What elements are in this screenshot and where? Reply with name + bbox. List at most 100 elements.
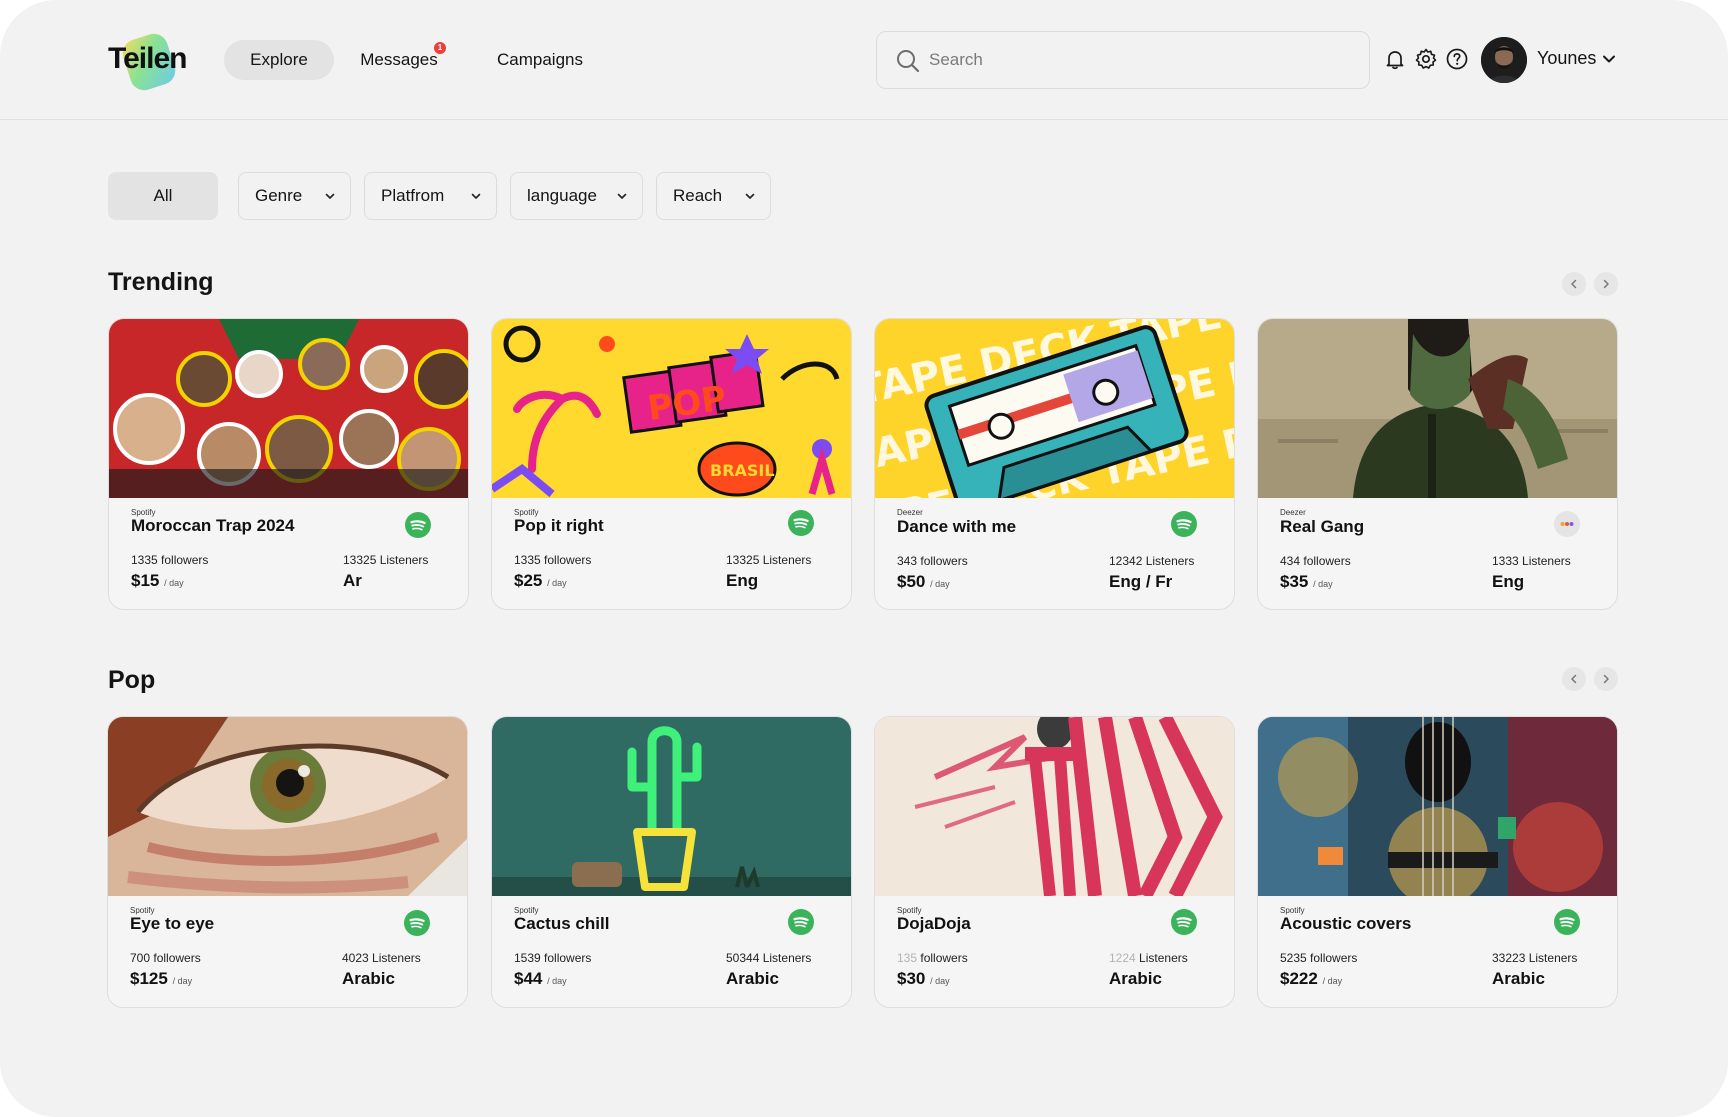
playlist-title: Dance with me: [897, 517, 1017, 536]
pop-next-button[interactable]: [1594, 667, 1618, 691]
playlist-card[interactable]: Spotify Moroccan Trap 2024 1335 follower…: [108, 318, 469, 610]
language: Arabic: [1492, 969, 1545, 988]
playlist-cover: [875, 717, 1234, 896]
price-value: $25: [514, 571, 543, 590]
chevron-right-icon: [1603, 674, 1609, 684]
price-value: $30: [897, 969, 926, 988]
followers-stat: 1539 followers: [514, 951, 591, 965]
playlist-title: Eye to eye: [130, 914, 215, 933]
price-value: $50: [897, 572, 926, 591]
spotify-icon: [788, 510, 814, 536]
playlist-card[interactable]: Spotify Eye to eye 700 followers 4023 Li…: [107, 716, 468, 1008]
nav-tab-campaigns[interactable]: Campaigns: [482, 40, 598, 80]
price-period: / day: [1313, 579, 1333, 589]
playlist-card[interactable]: Spotify DojaDoja 135 followers 1224 List…: [874, 716, 1235, 1008]
playlist-title: Real Gang: [1280, 517, 1365, 536]
playlist-title: Moroccan Trap 2024: [131, 516, 295, 535]
messages-badge: 1: [434, 42, 446, 54]
price-period: / day: [930, 976, 950, 986]
search-bar: [876, 31, 1370, 89]
filter-platform[interactable]: Platfrom: [364, 172, 497, 220]
user-name[interactable]: Younes: [1537, 48, 1596, 69]
chevron-right-icon: [1603, 279, 1609, 289]
playlist-cover: [108, 717, 467, 896]
listeners-label: Listeners: [762, 951, 812, 965]
chevron-down-icon[interactable]: [1601, 51, 1617, 67]
price-period: / day: [547, 578, 567, 588]
price: $15 / day: [131, 571, 184, 591]
price-period: / day: [164, 578, 184, 588]
platform-name: Deezer: [897, 508, 923, 517]
search-icon: [897, 50, 920, 73]
trending-next-button[interactable]: [1594, 272, 1618, 296]
trending-prev-button[interactable]: [1562, 272, 1586, 296]
followers-stat: 434 followers: [1280, 554, 1351, 568]
followers-stat: 5235 followers: [1280, 951, 1357, 965]
followers-label: followers: [153, 951, 201, 965]
price-value: $15: [131, 571, 160, 590]
spotify-icon: [405, 512, 431, 538]
brand-logo[interactable]: Teilen: [108, 30, 188, 94]
spotify-icon: [1554, 909, 1580, 935]
filter-language[interactable]: language: [510, 172, 643, 220]
playlist-card[interactable]: Spotify Cactus chill 1539 followers 5034…: [491, 716, 852, 1008]
playlist-cover: [1258, 717, 1617, 896]
price: $35 / day: [1280, 572, 1333, 592]
playlist-title: Cactus chill: [514, 914, 610, 933]
listeners-count: 1224: [1109, 951, 1136, 965]
listeners-stat: 50344 Listeners: [726, 951, 811, 965]
price-period: / day: [547, 976, 567, 986]
top-bar: Teilen Explore Messages 1 Campaigns Sear…: [0, 0, 1728, 120]
search-input[interactable]: [929, 32, 1349, 88]
language: Arabic: [726, 969, 779, 988]
language: Ar: [343, 571, 362, 590]
spotify-icon: [1171, 511, 1197, 537]
listeners-label: Listeners: [1522, 554, 1571, 568]
playlist-cover: POP BRASIL: [492, 319, 851, 498]
filter-genre[interactable]: Genre: [238, 172, 351, 220]
nav-tab-messages[interactable]: Messages 1: [352, 40, 446, 80]
playlist-card[interactable]: Spotify Acoustic covers 5235 followers 3…: [1257, 716, 1618, 1008]
gear-icon[interactable]: [1414, 47, 1438, 71]
price-value: $125: [130, 969, 168, 988]
listeners-label: Listeners: [1528, 951, 1578, 965]
price-period: / day: [172, 976, 193, 986]
playlist-card[interactable]: POP BRASIL Spotify Pop it right 1335 fol…: [491, 318, 852, 610]
chevron-down-icon: [470, 190, 482, 202]
language: Arabic: [1109, 969, 1162, 988]
user-avatar[interactable]: [1481, 37, 1527, 83]
filter-reach[interactable]: Reach: [656, 172, 771, 220]
app-window: Teilen Explore Messages 1 Campaigns Sear…: [0, 0, 1728, 1117]
price-period: / day: [930, 579, 950, 589]
bell-icon[interactable]: [1383, 47, 1407, 71]
followers-count: 5235: [1280, 951, 1307, 965]
price: $50 / day: [897, 572, 950, 592]
help-icon[interactable]: [1445, 47, 1469, 71]
listeners-label: Listeners: [1139, 951, 1188, 965]
filter-language-label: language: [527, 186, 597, 205]
playlist-card[interactable]: TAPE DECK TAPE DECK TAPE DECK TAPE DECK …: [874, 318, 1235, 610]
followers-stat: 1335 followers: [514, 553, 591, 567]
chevron-down-icon: [324, 190, 336, 202]
playlist-card[interactable]: Deezer Real Gang 434 followers 1333 List…: [1257, 318, 1618, 610]
pop-prev-button[interactable]: [1562, 667, 1586, 691]
filter-genre-label: Genre: [255, 186, 303, 205]
filter-all-label: All: [153, 186, 173, 205]
followers-label: followers: [920, 554, 968, 568]
followers-count: 1539: [514, 951, 541, 965]
price-value: $222: [1280, 969, 1318, 988]
nav-tab-explore[interactable]: Explore: [224, 40, 334, 80]
followers-count: 343: [897, 554, 918, 568]
avatar-image: [1481, 37, 1527, 83]
filter-all[interactable]: All: [108, 172, 218, 220]
listeners-stat: 12342 Listeners: [1109, 554, 1194, 568]
nav-tab-messages-label: Messages: [360, 50, 438, 69]
chevron-left-icon: [1571, 279, 1577, 289]
price: $30 / day: [897, 969, 950, 989]
playlist-title: DojaDoja: [897, 914, 971, 933]
listeners-count: 4023: [342, 951, 369, 965]
listeners-count: 12342: [1109, 554, 1143, 568]
followers-label: followers: [920, 951, 968, 965]
listeners-stat: 1333 Listeners: [1492, 554, 1571, 568]
price-value: $35: [1280, 572, 1309, 591]
